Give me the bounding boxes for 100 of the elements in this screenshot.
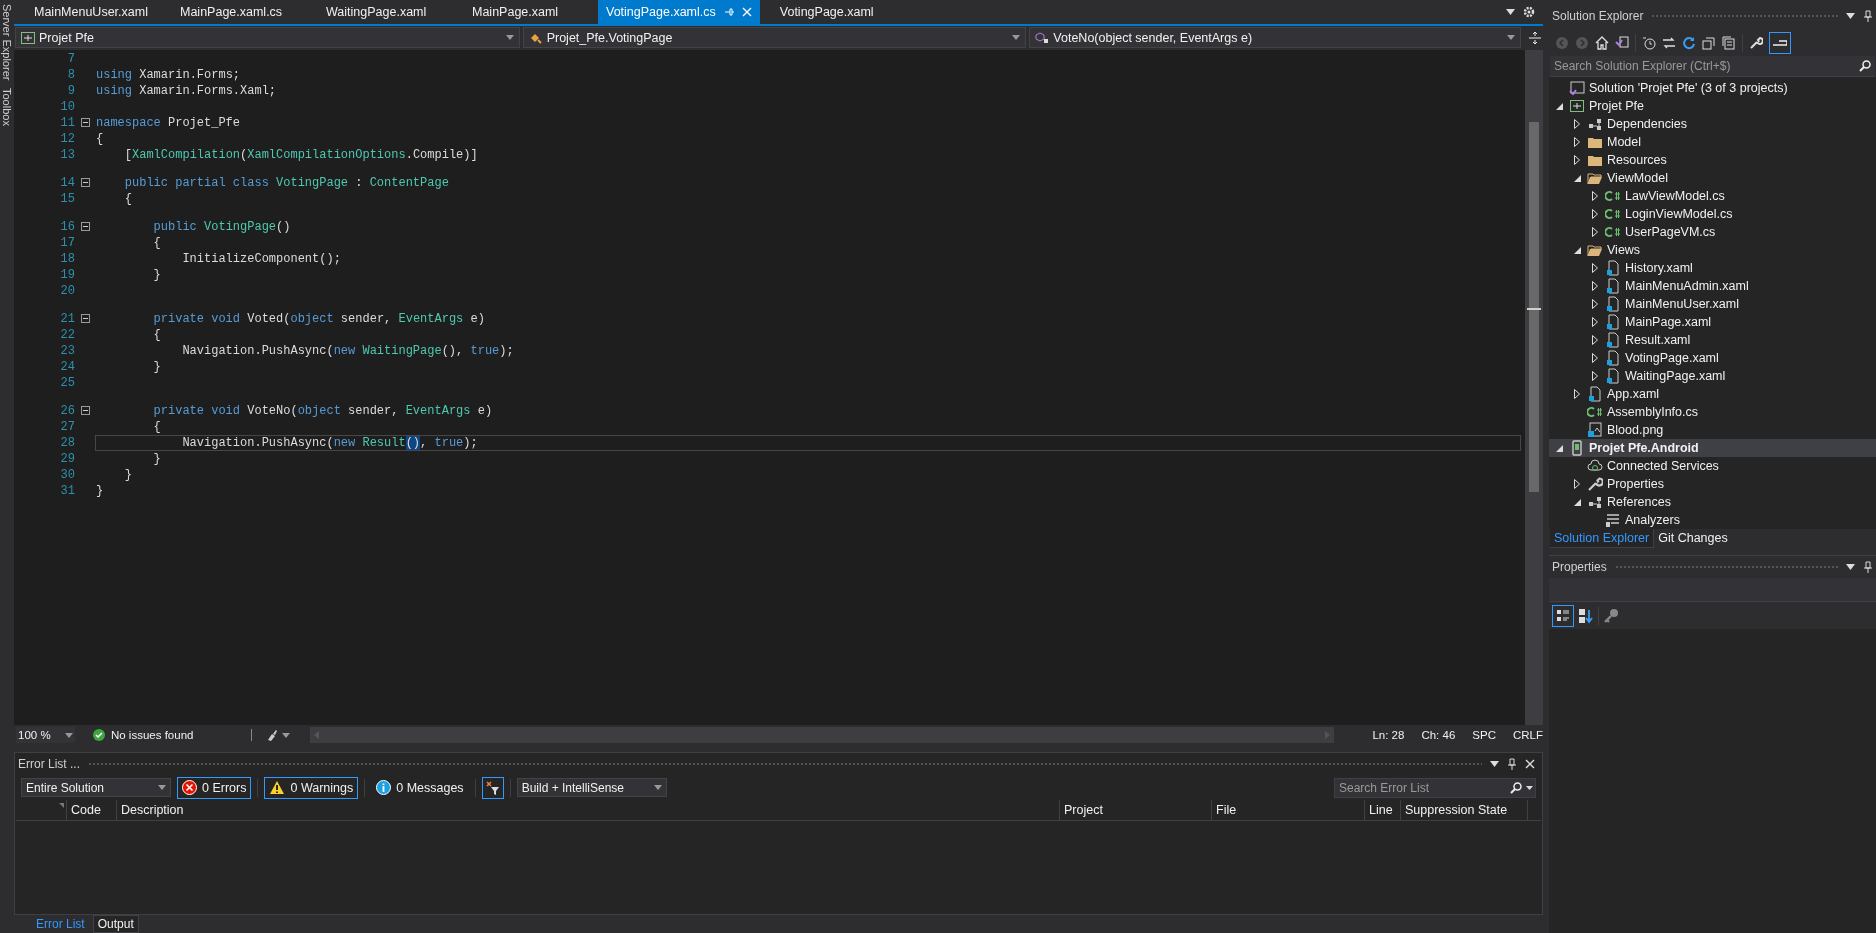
navigation-dropdown[interactable]: VoteNo(object sender, EventArgs e) (1029, 27, 1521, 49)
collapsed-arrow-icon[interactable] (1592, 281, 1598, 291)
status-indicator[interactable]: CRLF (1512, 726, 1543, 744)
collapsed-arrow-icon[interactable] (1574, 119, 1580, 129)
column-header[interactable]: Description (117, 800, 1060, 821)
status-indicator[interactable]: Ch: 46 (1421, 726, 1456, 744)
tree-item[interactable]: History.xaml (1549, 259, 1876, 277)
collapsed-arrow-icon[interactable] (1592, 299, 1598, 309)
code-cleanup-button[interactable] (266, 729, 291, 742)
collapsed-arrow-icon[interactable] (1592, 335, 1598, 345)
tree-item[interactable]: MainMenuUser.xaml (1549, 295, 1876, 313)
panel-tab[interactable]: Solution Explorer (1550, 529, 1655, 548)
status-indicator[interactable]: SPC (1472, 726, 1496, 744)
collapse-icon[interactable] (80, 118, 90, 128)
tree-item[interactable]: MainPage.xaml (1549, 313, 1876, 331)
tree-item[interactable]: LawViewModel.cs (1549, 187, 1876, 205)
tree-item[interactable]: App.xaml (1549, 385, 1876, 403)
collapsed-arrow-icon[interactable] (1592, 209, 1598, 219)
panel-tab[interactable]: Git Changes (1654, 529, 1732, 548)
zoom-dropdown[interactable]: 100 % (16, 727, 75, 744)
collapsed-arrow-icon[interactable] (1574, 389, 1580, 399)
collapsed-arrow-icon[interactable] (1592, 263, 1598, 273)
panel-tab[interactable]: Error List (32, 915, 89, 933)
collapsed-arrow-icon[interactable] (1592, 353, 1598, 363)
key-icon[interactable] (1603, 607, 1619, 624)
search-field[interactable]: Search Solution Explorer (Ctrl+$) (1550, 56, 1875, 77)
tree-item[interactable]: LoginViewModel.cs (1549, 205, 1876, 223)
tree-item[interactable]: Resources (1549, 151, 1876, 169)
collapsed-arrow-icon[interactable] (1574, 155, 1580, 165)
tree-item[interactable]: VotingPage.xaml (1549, 349, 1876, 367)
tree-item[interactable]: Projet Pfe (1549, 97, 1876, 115)
document-tab[interactable]: MainPage.xaml (452, 0, 598, 24)
column-header[interactable]: Line (1365, 800, 1401, 821)
collapse-icon[interactable] (80, 222, 90, 232)
navigation-dropdown[interactable]: Projet_Pfe.VotingPage (522, 27, 1027, 49)
refresh-icon[interactable] (1682, 36, 1696, 50)
collapsed-arrow-icon[interactable] (1574, 479, 1580, 489)
tree-item[interactable]: AssemblyInfo.cs (1549, 403, 1876, 421)
expanded-arrow-icon[interactable] (1573, 174, 1581, 182)
expanded-arrow-icon[interactable] (1555, 444, 1563, 452)
tree-item[interactable]: Dependencies (1549, 115, 1876, 133)
history-icon[interactable] (1642, 36, 1656, 50)
tree-item[interactable]: UserPageVM.cs (1549, 223, 1876, 241)
tool-window-tab[interactable]: Toolbox (1, 88, 13, 127)
tree-item[interactable]: Blood.png (1549, 421, 1876, 439)
tree-item[interactable]: Properties (1549, 475, 1876, 493)
tree-item[interactable]: Solution 'Projet Pfe' (3 of 3 projects) (1549, 79, 1876, 97)
clear-filter-button[interactable] (481, 776, 504, 799)
scope-dropdown[interactable]: Entire Solution (21, 778, 171, 798)
tree-item[interactable]: Projet Pfe.Android (1549, 439, 1876, 457)
filter-toggle[interactable]: 0 Warnings (264, 776, 359, 799)
panel-tab[interactable]: Output (92, 915, 139, 933)
tree-item[interactable]: ViewModel (1549, 169, 1876, 187)
collapsed-arrow-icon[interactable] (1592, 227, 1598, 237)
tree-item[interactable]: Model (1549, 133, 1876, 151)
expanded-arrow-icon[interactable] (1573, 498, 1581, 506)
column-header[interactable]: Project (1060, 800, 1212, 821)
collapsed-arrow-icon[interactable] (1574, 137, 1580, 147)
search-field[interactable]: Search Error List (1334, 777, 1536, 798)
document-tab[interactable]: VotingPage.xaml (759, 0, 906, 24)
navigation-dropdown[interactable]: Projet Pfe (15, 27, 520, 49)
status-indicator[interactable]: Ln: 28 (1372, 726, 1405, 744)
collapse-all-icon[interactable] (1702, 36, 1716, 50)
document-tab[interactable]: VotingPage.xaml.cs (598, 0, 760, 24)
filter-toggle[interactable]: 0 Messages (371, 776, 469, 799)
scrollbar-thumb[interactable] (1529, 121, 1539, 492)
source-dropdown[interactable]: Build + IntelliSense (516, 778, 667, 798)
preview-toggle[interactable] (1769, 32, 1791, 54)
expanded-arrow-icon[interactable] (1573, 246, 1581, 254)
column-header[interactable]: File (1212, 800, 1365, 821)
sync-icon[interactable] (1662, 36, 1676, 50)
tree-item[interactable]: WaitingPage.xaml (1549, 367, 1876, 385)
expanded-arrow-icon[interactable] (1555, 102, 1563, 110)
document-tab[interactable]: MainPage.xaml.cs (160, 0, 306, 24)
document-tab[interactable]: WaitingPage.xaml (306, 0, 452, 24)
tree-item[interactable]: Views (1549, 241, 1876, 259)
tool-window-tab[interactable]: Server Explorer (1, 4, 13, 81)
column-header[interactable]: Code (67, 800, 117, 821)
collapse-icon[interactable] (80, 406, 90, 416)
collapsed-arrow-icon[interactable] (1592, 371, 1598, 381)
tree-item[interactable]: Analyzers (1549, 511, 1876, 529)
tree-item[interactable]: MainMenuAdmin.xaml (1549, 277, 1876, 295)
collapse-icon[interactable] (80, 314, 90, 324)
document-tab[interactable]: MainMenuUser.xaml (14, 0, 160, 24)
categorized-toggle[interactable] (1552, 604, 1574, 627)
issues-status[interactable]: No issues found (110, 726, 194, 744)
home-icon[interactable] (1595, 36, 1609, 50)
column-header[interactable]: Suppression State (1401, 800, 1528, 821)
sort-alphabetical-icon[interactable] (1578, 607, 1594, 624)
collapsed-arrow-icon[interactable] (1592, 317, 1598, 327)
show-all-files-icon[interactable] (1722, 36, 1736, 50)
tree-item[interactable]: Connected Services (1549, 457, 1876, 475)
horizontal-scrollbar[interactable] (310, 727, 1335, 744)
switch-views-icon[interactable] (1615, 36, 1629, 50)
tree-item[interactable]: References (1549, 493, 1876, 511)
vertical-scrollbar[interactable] (1525, 49, 1543, 726)
tree-item[interactable]: Result.xaml (1549, 331, 1876, 349)
collapse-icon[interactable] (80, 178, 90, 188)
collapsed-arrow-icon[interactable] (1592, 191, 1598, 201)
wrench-icon[interactable] (1749, 36, 1763, 50)
